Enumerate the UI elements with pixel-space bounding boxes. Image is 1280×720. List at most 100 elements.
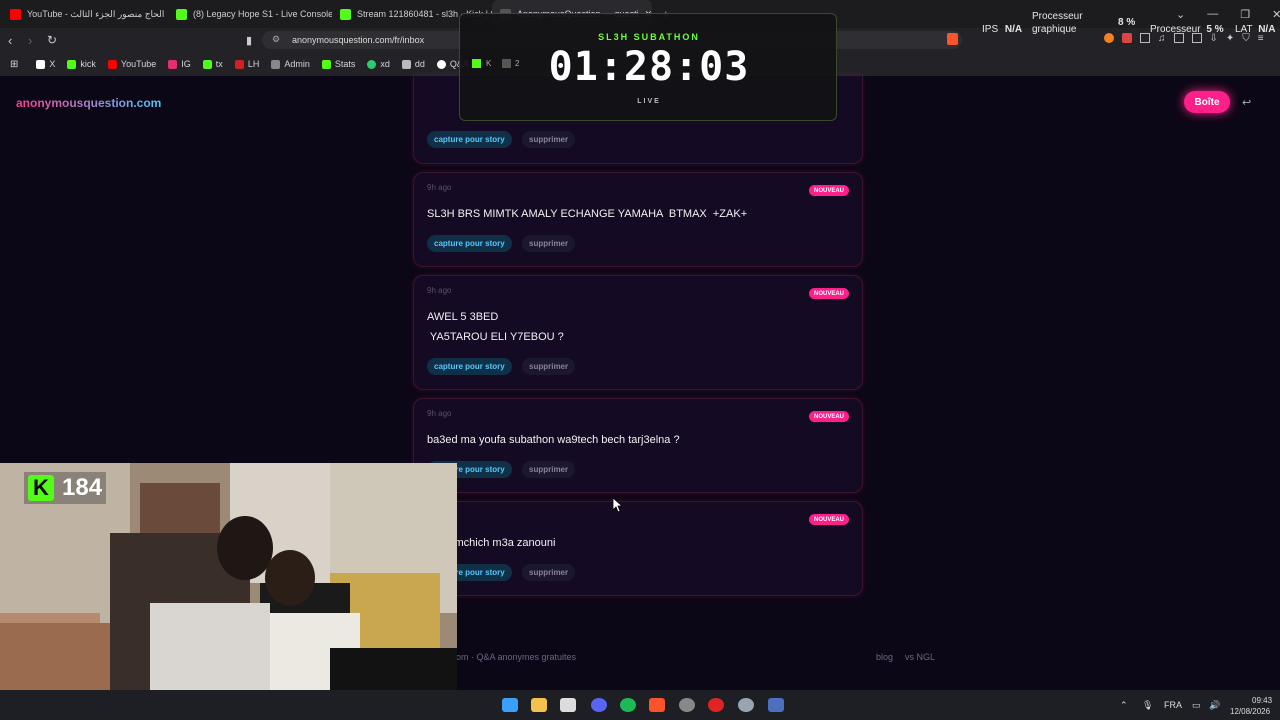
x-icon bbox=[36, 59, 46, 69]
delete-button[interactable]: supprimer bbox=[522, 235, 576, 252]
bookmark-dd[interactable]: dd bbox=[401, 59, 425, 69]
stats-icon bbox=[321, 59, 331, 69]
app-icon[interactable] bbox=[560, 698, 576, 712]
sparkle-icon[interactable]: ✦ bbox=[1226, 33, 1234, 44]
capture-story-button[interactable]: capture pour story bbox=[427, 131, 512, 148]
message-card: 9h ago NOUVEAU AWEL 5 3BED YA5TAROU ELI … bbox=[413, 275, 863, 390]
new-badge: NOUVEAU bbox=[808, 411, 849, 422]
restore-icon[interactable]: ❐ bbox=[1240, 8, 1250, 21]
delete-button[interactable]: supprimer bbox=[522, 461, 576, 478]
delete-button[interactable]: supprimer bbox=[522, 131, 576, 148]
viewer-count: 184 bbox=[62, 474, 103, 501]
stats-icon bbox=[340, 8, 351, 20]
gpu-label: Processeur graphique bbox=[1032, 11, 1083, 35]
microphone-icon[interactable]: 🎙 bbox=[1142, 700, 1153, 711]
bookmark-lh[interactable]: LH bbox=[234, 59, 259, 69]
dd-icon bbox=[401, 59, 411, 69]
url-text: anonymousquestion.com/fr/inbox bbox=[292, 35, 425, 45]
message-time: 9h ago bbox=[427, 183, 452, 192]
settings-icon[interactable] bbox=[738, 698, 754, 712]
tab-legacy-hope[interactable]: (8) Legacy Hope S1 - Live Console bbox=[168, 0, 332, 28]
apps-grid-icon[interactable]: ⊞ bbox=[10, 59, 18, 70]
kick-logo-icon: K bbox=[28, 475, 54, 501]
clock-date[interactable]: 12/08/2026 bbox=[1230, 707, 1270, 716]
capture-story-button[interactable]: capture pour story bbox=[427, 358, 512, 375]
new-badge: NOUVEAU bbox=[808, 185, 849, 196]
kick-icon bbox=[202, 59, 212, 69]
countdown-timer: 01:28:03 bbox=[548, 44, 750, 90]
footer-tagline: n.com · Q&A anonymes gratuites bbox=[444, 652, 577, 662]
message-time: 9h ago bbox=[427, 286, 452, 295]
lh-icon bbox=[234, 59, 244, 69]
youtube-icon bbox=[10, 8, 21, 20]
message-text: ba3ed ma youfa subathon wa9tech bech tar… bbox=[427, 434, 680, 446]
start-icon[interactable] bbox=[502, 698, 518, 712]
qa-icon bbox=[436, 59, 446, 69]
message-card: 9h ago NOUVEAU SL3H BRS MIMTK AMALY ECHA… bbox=[413, 172, 863, 267]
subathon-timer-overlay: K 2 SL3H SUBATHON 01:28:03 LIVE bbox=[459, 13, 837, 121]
bookmark-kick[interactable]: kick bbox=[67, 59, 96, 69]
vs-ngl-link[interactable]: vs NGL bbox=[905, 652, 935, 662]
delete-button[interactable]: supprimer bbox=[522, 564, 576, 581]
message-time: 9h ago bbox=[427, 409, 452, 418]
file-explorer-icon[interactable] bbox=[531, 698, 547, 712]
xd-icon bbox=[367, 59, 377, 69]
admin-icon bbox=[271, 59, 281, 69]
brave-icon[interactable] bbox=[649, 698, 665, 712]
volume-icon[interactable]: 🔊 bbox=[1209, 700, 1220, 711]
perf-hud: IPS N/A bbox=[982, 24, 1022, 35]
message-card: NOUVEAU ma temchich m3a zanouni capture … bbox=[413, 501, 863, 596]
app-red-icon[interactable] bbox=[708, 698, 724, 712]
bookmark-xd[interactable]: xd bbox=[367, 59, 390, 69]
bookmark-youtube[interactable]: YouTube bbox=[107, 59, 156, 69]
capture-story-button[interactable]: capture pour story bbox=[427, 235, 512, 252]
tab-title: YouTube - الحاج منصور الجزء الثالث bbox=[27, 8, 165, 19]
blog-link[interactable]: blog bbox=[876, 652, 893, 662]
overlay-title: SL3H SUBATHON bbox=[598, 32, 700, 42]
discord-icon[interactable] bbox=[591, 698, 607, 712]
youtube-icon bbox=[107, 59, 117, 69]
footer-links: blog vs NGL bbox=[876, 652, 935, 662]
chevron-down-icon[interactable]: ⌄ bbox=[1176, 8, 1185, 21]
minimize-icon[interactable]: — bbox=[1207, 8, 1218, 20]
display-icon[interactable]: ▭ bbox=[1192, 700, 1201, 711]
bookmark-stats[interactable]: Stats bbox=[321, 59, 355, 69]
instagram-icon bbox=[168, 59, 178, 69]
site-logo[interactable]: anonymousquestion.com bbox=[16, 96, 161, 110]
forward-icon[interactable]: › bbox=[28, 33, 32, 48]
back-icon[interactable]: ‹ bbox=[8, 33, 12, 48]
spotify-icon[interactable] bbox=[620, 698, 636, 712]
bookmark-admin[interactable]: Admin bbox=[271, 59, 310, 69]
new-badge: NOUVEAU bbox=[808, 288, 849, 299]
cpu-readout: Processeur 5 % bbox=[1150, 24, 1224, 35]
windows-taskbar bbox=[0, 690, 1280, 720]
kick-icon bbox=[67, 59, 77, 69]
latency-readout: LAT N/A bbox=[1235, 24, 1276, 35]
app-blue-icon[interactable] bbox=[768, 698, 784, 712]
logout-icon[interactable]: ↩ bbox=[1242, 96, 1251, 109]
site-info-icon[interactable]: ⚙ bbox=[272, 34, 280, 45]
message-text: SL3H BRS MIMTK AMALY ECHANGE YAMAHA BTMA… bbox=[427, 208, 748, 220]
kick-icon bbox=[176, 8, 187, 20]
inbox-button[interactable]: Boîte bbox=[1184, 91, 1230, 113]
tab-title: (8) Legacy Hope S1 - Live Console bbox=[193, 9, 332, 19]
new-badge: NOUVEAU bbox=[808, 514, 849, 525]
bookmark-icon[interactable]: ▮ bbox=[246, 34, 252, 47]
tray-chevron-icon[interactable]: ⌃ bbox=[1120, 700, 1128, 711]
bookmark-tx[interactable]: tx bbox=[202, 59, 223, 69]
bookmark-x[interactable]: X bbox=[36, 59, 55, 69]
brave-shield-icon[interactable] bbox=[947, 33, 958, 45]
bookmark-ig[interactable]: IG bbox=[168, 59, 191, 69]
reload-icon[interactable]: ↻ bbox=[47, 33, 57, 47]
extension-icon[interactable] bbox=[1104, 33, 1114, 43]
chrome-icon[interactable] bbox=[679, 698, 695, 712]
ips-value: N/A bbox=[1004, 24, 1023, 35]
tab-youtube[interactable]: YouTube - الحاج منصور الجزء الثالث bbox=[0, 0, 168, 28]
puzzle-icon[interactable] bbox=[1140, 33, 1150, 43]
close-window-icon[interactable]: ✕ bbox=[1272, 8, 1280, 21]
extension-icon[interactable] bbox=[1122, 33, 1132, 43]
ips-label: IPS bbox=[982, 24, 999, 35]
language-indicator[interactable]: FRA bbox=[1164, 700, 1182, 710]
clock-time[interactable]: 09:43 bbox=[1252, 696, 1272, 705]
delete-button[interactable]: supprimer bbox=[522, 358, 576, 375]
